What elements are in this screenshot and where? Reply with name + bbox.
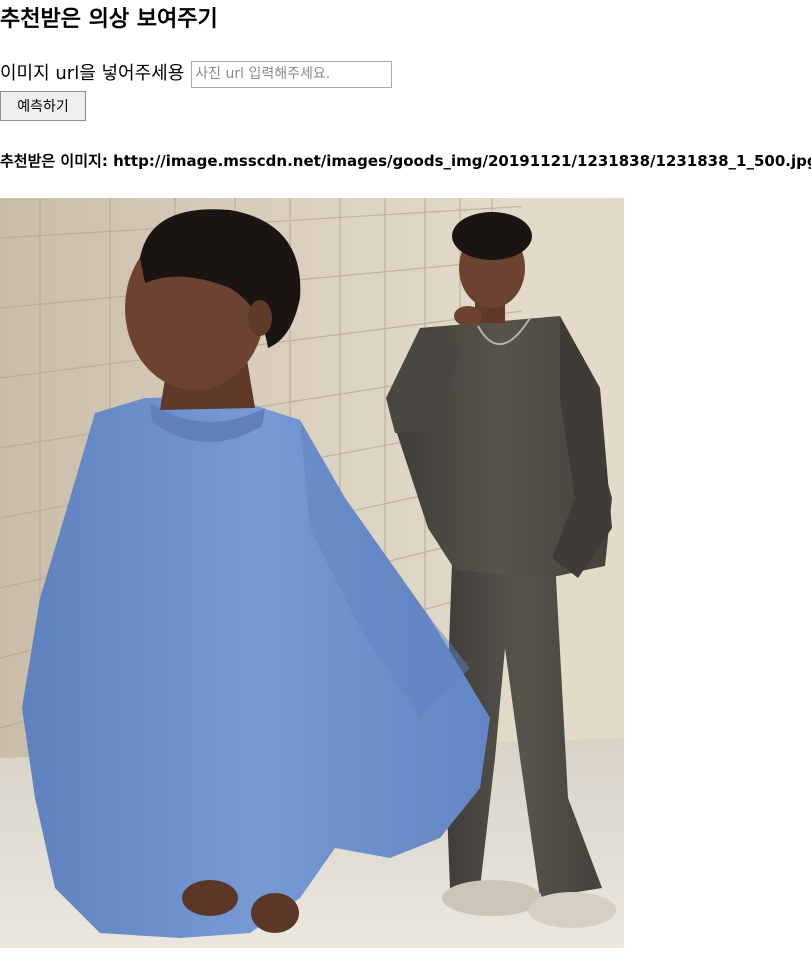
- page-title: 추천받은 의상 보여주기: [0, 7, 218, 32]
- result-image-url: http://image.msscdn.net/images/goods_img…: [113, 152, 811, 170]
- predict-button[interactable]: 예측하기: [0, 91, 86, 121]
- url-label: 이미지 url을 넣어주세용: [0, 63, 185, 84]
- url-form-row: 이미지 url을 넣어주세용: [0, 59, 393, 89]
- result-line: 추천받은 이미지: http://image.msscdn.net/images…: [0, 149, 811, 173]
- url-input[interactable]: [191, 60, 393, 88]
- page: 추천받은 의상 보여주기 이미지 url을 넣어주세용 예측하기 추천받은 이미…: [0, 0, 811, 958]
- fashion-photo-illustration: [0, 198, 624, 948]
- recommended-outfit-photo: [0, 198, 624, 948]
- result-prefix: 추천받은 이미지:: [0, 152, 108, 170]
